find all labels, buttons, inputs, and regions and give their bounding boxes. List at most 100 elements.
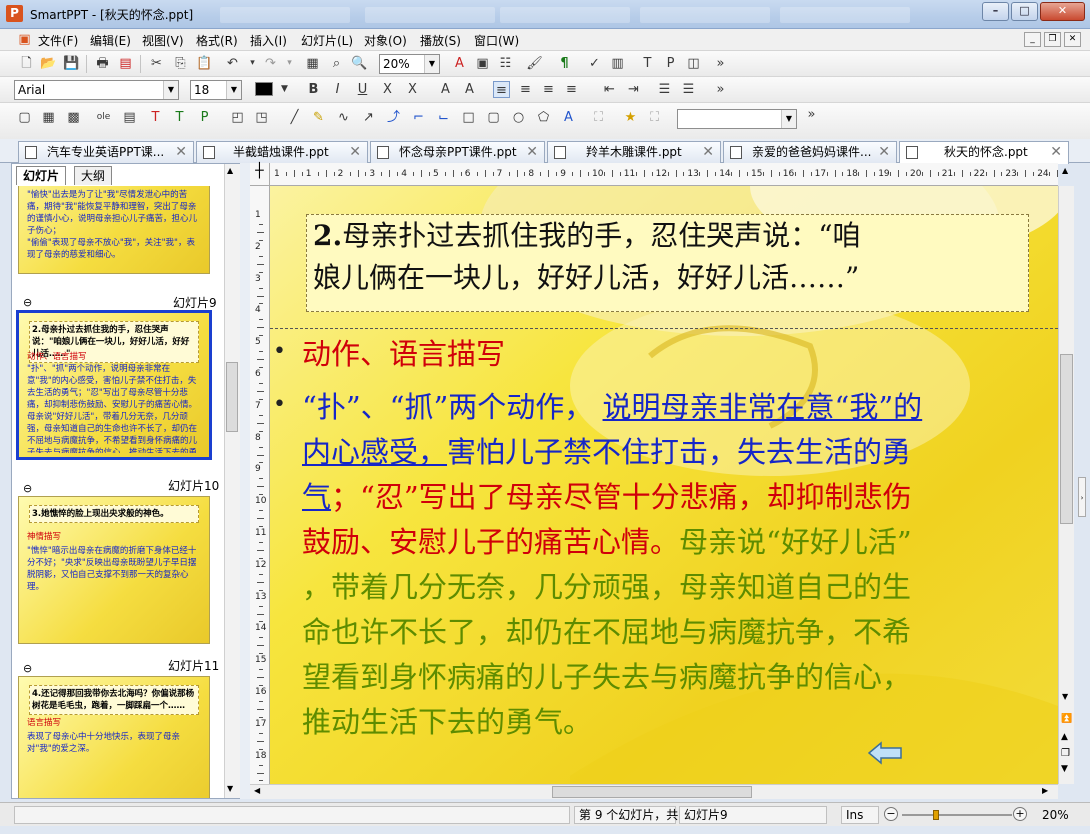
line-icon[interactable]: ╱	[286, 109, 303, 126]
bullet-list-icon[interactable]: ☰	[656, 81, 673, 98]
chevron-down-icon[interactable]: ▼	[276, 81, 293, 98]
zoom-icon[interactable]: 🔍	[351, 55, 368, 72]
text-color-swatch[interactable]	[255, 82, 273, 96]
slide-thumbnail-11[interactable]: 4.还记得那回我带你去北海吗？你偏说那杨树花是毛毛虫，跑着，一脚踩扁一个…… 语…	[18, 676, 210, 798]
zoom-in-icon[interactable]: +	[1013, 807, 1027, 821]
side-collapse-handle[interactable]: ›	[1078, 477, 1086, 517]
scroll-down-icon[interactable]: ▼	[1062, 692, 1068, 701]
effects-icon[interactable]: ⛶	[646, 109, 663, 126]
strikethrough-icon[interactable]: X	[379, 81, 396, 98]
close-icon[interactable]: ✕	[878, 142, 890, 162]
scroll-thumb[interactable]	[552, 786, 752, 798]
insert-image-icon[interactable]: ▣	[474, 55, 491, 72]
doc-tab[interactable]: 汽车专业英语PPT课... ✕	[18, 141, 194, 163]
close-icon[interactable]: ✕	[702, 142, 714, 162]
bold-icon[interactable]: B	[305, 81, 322, 98]
menu-view[interactable]: 视图(V)	[142, 32, 184, 49]
close-button[interactable]: ✕	[1040, 2, 1085, 21]
crop-icon[interactable]: ⛶	[590, 109, 607, 126]
scroll-thumb[interactable]	[1060, 354, 1073, 524]
redo-dropdown-icon[interactable]: ▾	[281, 55, 298, 72]
doc-tab[interactable]: 亲爱的爸爸妈妈课件... ✕	[723, 141, 897, 163]
slide-canvas[interactable]: 2.母亲扑过去抓住我的手，忍住哭声说：“咱 娘儿俩在一块儿，好好儿活，好好儿活……	[270, 186, 1058, 784]
table-icon[interactable]: ▦	[304, 55, 321, 72]
chart-icon[interactable]: ▥	[609, 55, 626, 72]
close-icon[interactable]: ✕	[349, 142, 361, 162]
save-icon[interactable]: 💾	[63, 55, 80, 72]
ole-icon[interactable]: ole	[95, 109, 112, 126]
title-frame-icon[interactable]: T	[171, 109, 188, 126]
minimize-button[interactable]: –	[982, 2, 1009, 21]
connector2-icon[interactable]: ⌙	[435, 109, 452, 126]
template-icon[interactable]: T	[639, 55, 656, 72]
undo-dropdown-icon[interactable]: ▾	[244, 55, 261, 72]
font-name-combo[interactable]: Arial ▼	[14, 80, 179, 100]
print-icon[interactable]: 🖶	[94, 55, 111, 72]
ungroup-icon[interactable]: ◳	[253, 109, 270, 126]
scroll-up-icon[interactable]: ▲	[227, 166, 233, 175]
curve-icon[interactable]: ∿	[335, 109, 352, 126]
next-slide-icon[interactable]: ▼	[1061, 764, 1068, 774]
increase-indent-icon[interactable]: ⇥	[625, 81, 642, 98]
status-insert-mode[interactable]: Ins	[841, 806, 879, 824]
slide-list-icon[interactable]: ❐	[1061, 748, 1070, 759]
zoom-slider-track[interactable]	[902, 814, 1012, 816]
redo-icon[interactable]: ↷	[262, 55, 279, 72]
menu-format[interactable]: 格式(R)	[196, 32, 238, 49]
table-frame-icon[interactable]: ▦	[40, 109, 57, 126]
paste-icon[interactable]: 📋	[196, 55, 213, 72]
open-icon[interactable]: 📂	[40, 55, 57, 72]
justify-icon[interactable]: ≡	[563, 81, 580, 98]
first-slide-icon[interactable]: ⏫	[1061, 714, 1072, 724]
toolbar-more-icon[interactable]: »	[803, 106, 820, 123]
rectangle-icon[interactable]: □	[460, 109, 477, 126]
pane-splitter[interactable]	[240, 163, 250, 799]
clear-format-icon[interactable]: X	[404, 81, 421, 98]
copy-icon[interactable]: ⎘	[172, 55, 189, 72]
prev-slide-icon[interactable]: ▲	[1061, 732, 1068, 742]
pilcrow-icon[interactable]: ¶	[556, 55, 573, 72]
cut-icon[interactable]: ✂	[148, 55, 165, 72]
new-icon[interactable]: 🗋	[18, 55, 35, 72]
italic-icon[interactable]: I	[329, 81, 346, 98]
group-icon[interactable]: ◰	[229, 109, 246, 126]
tab-slides[interactable]: 幻灯片	[16, 166, 67, 185]
zoom-slider-thumb[interactable]	[933, 810, 939, 820]
underline-icon[interactable]: U	[354, 81, 371, 98]
scroll-thumb[interactable]	[226, 362, 238, 432]
scroll-left-icon[interactable]: ◀	[254, 786, 260, 795]
menu-window[interactable]: 窗口(W)	[474, 32, 519, 49]
maximize-button[interactable]: □	[1011, 2, 1038, 21]
properties-icon[interactable]: P	[662, 55, 679, 72]
menu-object[interactable]: 对象(O)	[364, 32, 407, 49]
font-size-combo[interactable]: 18 ▼	[190, 80, 242, 100]
mdi-close-button[interactable]: ✕	[1064, 32, 1081, 47]
tab-outline[interactable]: 大纲	[74, 166, 113, 185]
chart-frame-icon[interactable]: ▤	[121, 109, 138, 126]
menu-play[interactable]: 播放(S)	[420, 32, 461, 49]
style-combo[interactable]: ▼	[677, 109, 797, 129]
text-frame-icon[interactable]: T	[147, 109, 164, 126]
grow-font-icon[interactable]: A	[437, 81, 454, 98]
ruler-corner[interactable]: ┼	[250, 163, 270, 186]
star-icon[interactable]: ★	[622, 109, 639, 126]
slide-horizontal-scrollbar[interactable]: ◀ ▶	[250, 784, 1058, 799]
doc-tab[interactable]: 羚羊木雕课件.ppt ✕	[547, 141, 721, 163]
font-color-icon[interactable]: A	[451, 55, 468, 72]
picture-frame-icon[interactable]: ▩	[65, 109, 82, 126]
slide-title-box[interactable]: 2.母亲扑过去抓住我的手，忍住哭声说：“咱 娘儿俩在一块儿，好好儿活，好好儿活……	[306, 214, 1029, 312]
shrink-font-icon[interactable]: A	[461, 81, 478, 98]
slide-thumbnail-9[interactable]: 2.母亲扑过去抓住我的手，忍住哭声说："咱娘儿俩在一块儿，好好儿活，好好儿活………	[16, 310, 212, 460]
mdi-restore-button[interactable]: ❐	[1044, 32, 1061, 47]
close-icon[interactable]: ✕	[526, 142, 538, 162]
menu-edit[interactable]: 编辑(E)	[90, 32, 131, 49]
scroll-right-icon[interactable]: ▶	[1042, 786, 1048, 795]
doc-tab[interactable]: 半截蜡烛课件.ppt ✕	[196, 141, 368, 163]
decrease-indent-icon[interactable]: ⇤	[601, 81, 618, 98]
numbered-list-icon[interactable]: ☰	[680, 81, 697, 98]
body-frame-icon[interactable]: P	[196, 109, 213, 126]
elbow-connector-icon[interactable]: ⌐	[410, 109, 427, 126]
toolbar-more-icon[interactable]: »	[712, 81, 729, 98]
fontwork-icon[interactable]: A	[560, 109, 577, 126]
format-painter-icon[interactable]: 🖌	[526, 55, 543, 72]
